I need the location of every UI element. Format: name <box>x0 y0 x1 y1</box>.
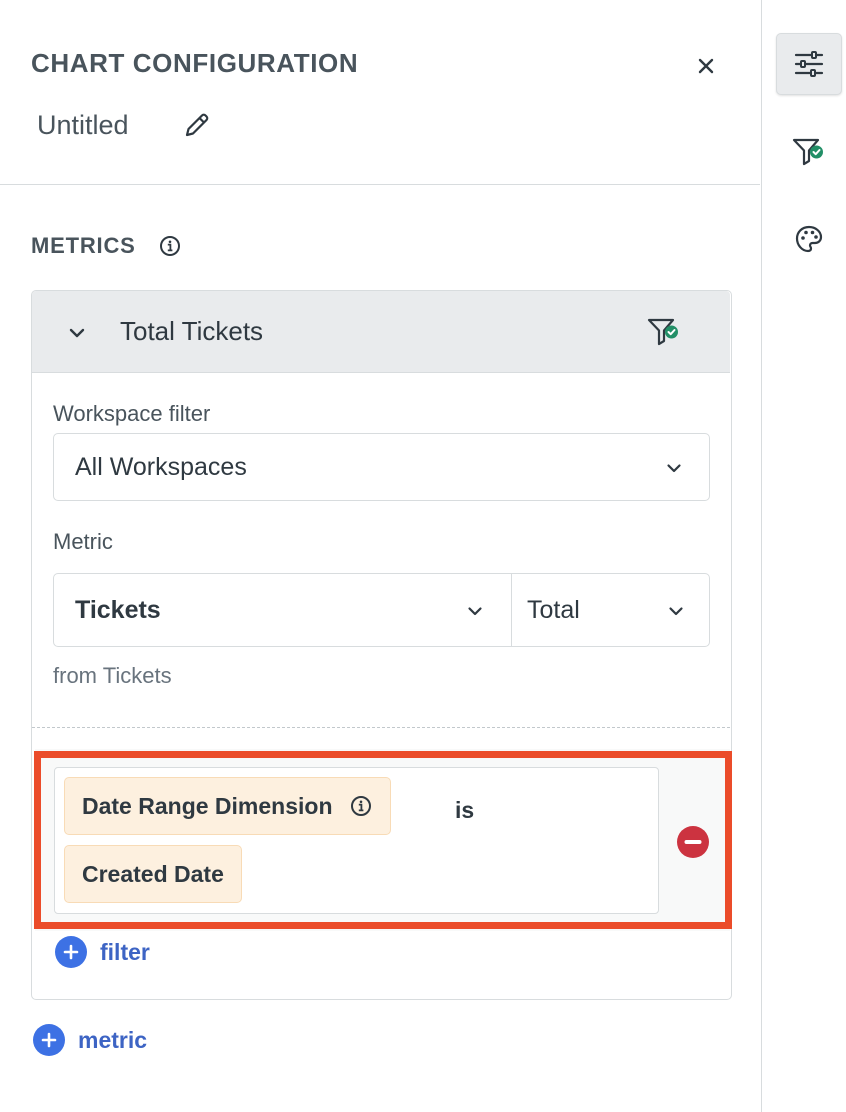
chart-name: Untitled <box>37 110 129 140</box>
side-rail <box>762 0 846 1112</box>
metric-card-header[interactable]: Total Tickets <box>32 291 730 373</box>
sliders-icon <box>794 51 824 77</box>
panel-header: CHART CONFIGURATION Untitled <box>0 0 760 185</box>
highlight-box <box>34 751 732 929</box>
metric-label: Metric <box>53 529 113 554</box>
edit-name-button[interactable] <box>180 108 214 142</box>
chevron-down-icon <box>464 600 486 622</box>
chevron-down-icon <box>665 600 687 622</box>
configuration-tab[interactable] <box>776 33 842 95</box>
add-filter-button[interactable]: filter <box>55 936 150 968</box>
metrics-section-label: METRICS <box>31 233 136 258</box>
workspace-filter-select[interactable]: All Workspaces <box>53 433 710 501</box>
chart-configuration-panel: CHART CONFIGURATION Untitled METRICS Tot… <box>0 0 762 1112</box>
palette-icon <box>795 225 823 253</box>
close-button[interactable] <box>692 52 720 80</box>
metric-source-hint: from Tickets <box>53 663 172 688</box>
add-metric-button[interactable]: metric <box>33 1024 147 1056</box>
metric-card: Total Tickets Workspace filter All Works… <box>31 290 732 1000</box>
aggregation-value: Total <box>527 595 580 624</box>
aggregation-select[interactable]: Total <box>511 573 710 647</box>
filter-applied-button[interactable] <box>644 314 684 350</box>
workspace-filter-label: Workspace filter <box>53 401 211 426</box>
style-tab[interactable] <box>776 208 842 270</box>
filters-tab[interactable] <box>776 121 842 183</box>
collapse-button[interactable] <box>62 318 92 348</box>
divider <box>32 727 730 728</box>
chevron-down-icon <box>663 457 685 479</box>
plus-circle-icon <box>55 936 87 968</box>
metric-select[interactable]: Tickets <box>53 573 513 647</box>
filter-check-icon <box>792 138 823 166</box>
chevron-down-icon <box>69 328 85 338</box>
add-filter-label: filter <box>100 938 150 965</box>
metric-value: Tickets <box>75 595 161 624</box>
close-icon <box>698 58 714 74</box>
metric-name: Total Tickets <box>120 316 264 346</box>
filter-check-icon <box>647 318 678 346</box>
plus-circle-icon <box>33 1024 65 1056</box>
panel-title: CHART CONFIGURATION <box>31 48 359 78</box>
pencil-icon <box>185 113 209 137</box>
add-metric-label: metric <box>78 1026 148 1053</box>
workspace-filter-value: All Workspaces <box>75 452 247 481</box>
info-icon[interactable] <box>158 234 182 258</box>
